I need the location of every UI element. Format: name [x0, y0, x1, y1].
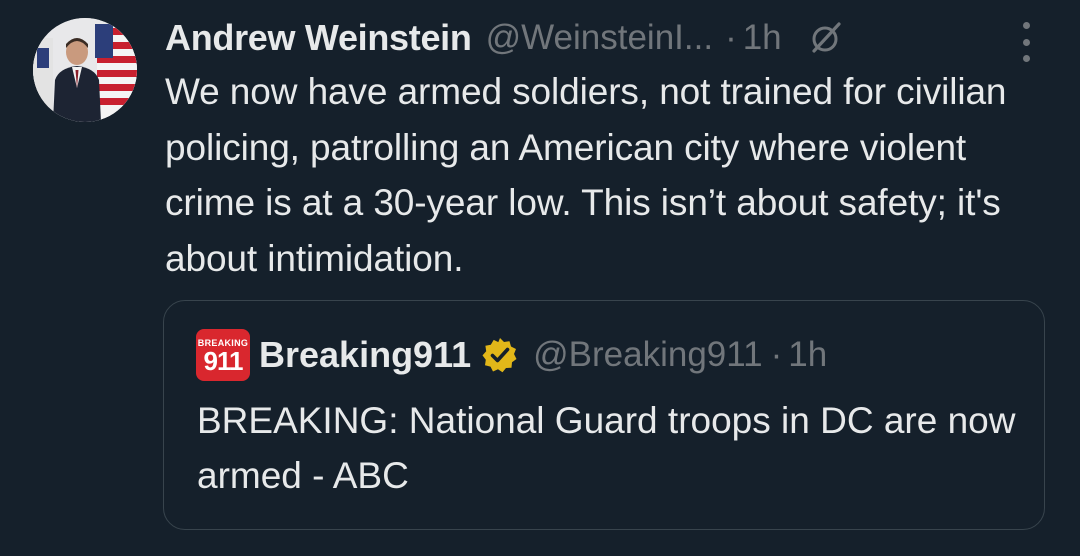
- more-dot: [1022, 38, 1030, 46]
- quoted-separator-dot: ·: [770, 335, 783, 374]
- quoted-author-handle[interactable]: @Breaking911: [533, 335, 762, 375]
- verified-badge-icon[interactable]: [481, 336, 519, 374]
- quoted-tweet-text: BREAKING: National Guard troops in DC ar…: [197, 400, 1016, 496]
- tweet-header: Andrew Weinstein @WeinsteinI... · 1h: [165, 12, 844, 64]
- quoted-tweet-card[interactable]: BREAKING 911 Breaking911 @Breaking911 · …: [163, 300, 1045, 530]
- more-options-icon[interactable]: [1016, 22, 1036, 62]
- quoted-avatar-big-text: 911: [203, 346, 244, 376]
- quoted-tweet-timestamp[interactable]: 1h: [788, 335, 827, 375]
- avatar-photo: [33, 18, 137, 122]
- separator-dot: ·: [725, 18, 737, 57]
- grok-icon[interactable]: [808, 20, 844, 56]
- quoted-author-name[interactable]: Breaking911: [259, 334, 471, 376]
- tweet-timestamp[interactable]: 1h: [743, 18, 782, 58]
- more-dot: [1022, 22, 1030, 29]
- tweet[interactable]: Andrew Weinstein @WeinsteinI... · 1h We …: [0, 0, 1080, 556]
- quoted-author-avatar[interactable]: BREAKING 911: [196, 329, 250, 381]
- author-avatar[interactable]: [33, 18, 137, 122]
- more-dot: [1022, 55, 1030, 62]
- author-handle[interactable]: @WeinsteinI...: [486, 18, 713, 58]
- author-name[interactable]: Andrew Weinstein: [165, 17, 472, 59]
- tweet-text: We now have armed soldiers, not trained …: [165, 71, 1007, 279]
- quoted-tweet-header: BREAKING 911 Breaking911 @Breaking911 · …: [196, 329, 827, 381]
